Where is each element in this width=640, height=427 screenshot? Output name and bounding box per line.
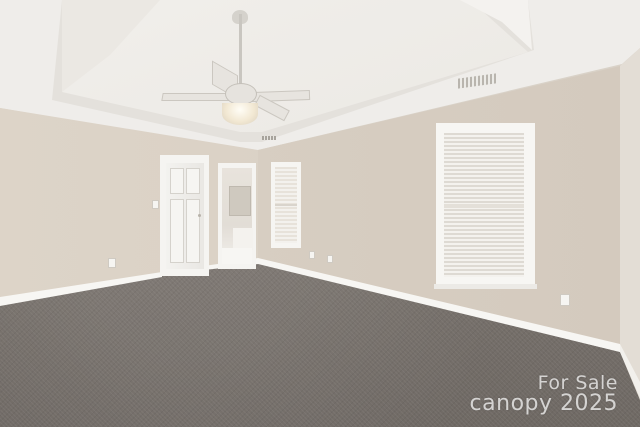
bathroom-floor — [222, 248, 252, 264]
wall-outlet — [560, 294, 570, 306]
wall-outlet — [327, 255, 333, 263]
fan-downrod — [239, 14, 242, 86]
fan-light-fixture — [222, 103, 258, 125]
light-switch — [152, 200, 159, 209]
bathroom-mirror — [229, 186, 251, 216]
door-panel — [186, 199, 200, 263]
fan-blade — [161, 93, 231, 101]
wall-outlet — [309, 251, 315, 259]
door-panel — [170, 168, 184, 194]
bathtub — [233, 228, 253, 250]
watermark: For Sale canopy 2025 — [470, 374, 618, 415]
window-sash-rail — [275, 204, 297, 206]
door-panel — [186, 168, 200, 194]
door-panel — [170, 199, 184, 263]
empty-bedroom-scene: For Sale canopy 2025 — [0, 0, 640, 427]
window-sash-rail — [444, 204, 524, 208]
watermark-brand: canopy 2025 — [469, 391, 618, 416]
door-knob — [198, 214, 201, 217]
fan-motor-hub — [225, 83, 257, 105]
ceiling-vent — [262, 136, 276, 140]
wall-outlet — [108, 258, 116, 268]
window-sill — [434, 284, 537, 289]
